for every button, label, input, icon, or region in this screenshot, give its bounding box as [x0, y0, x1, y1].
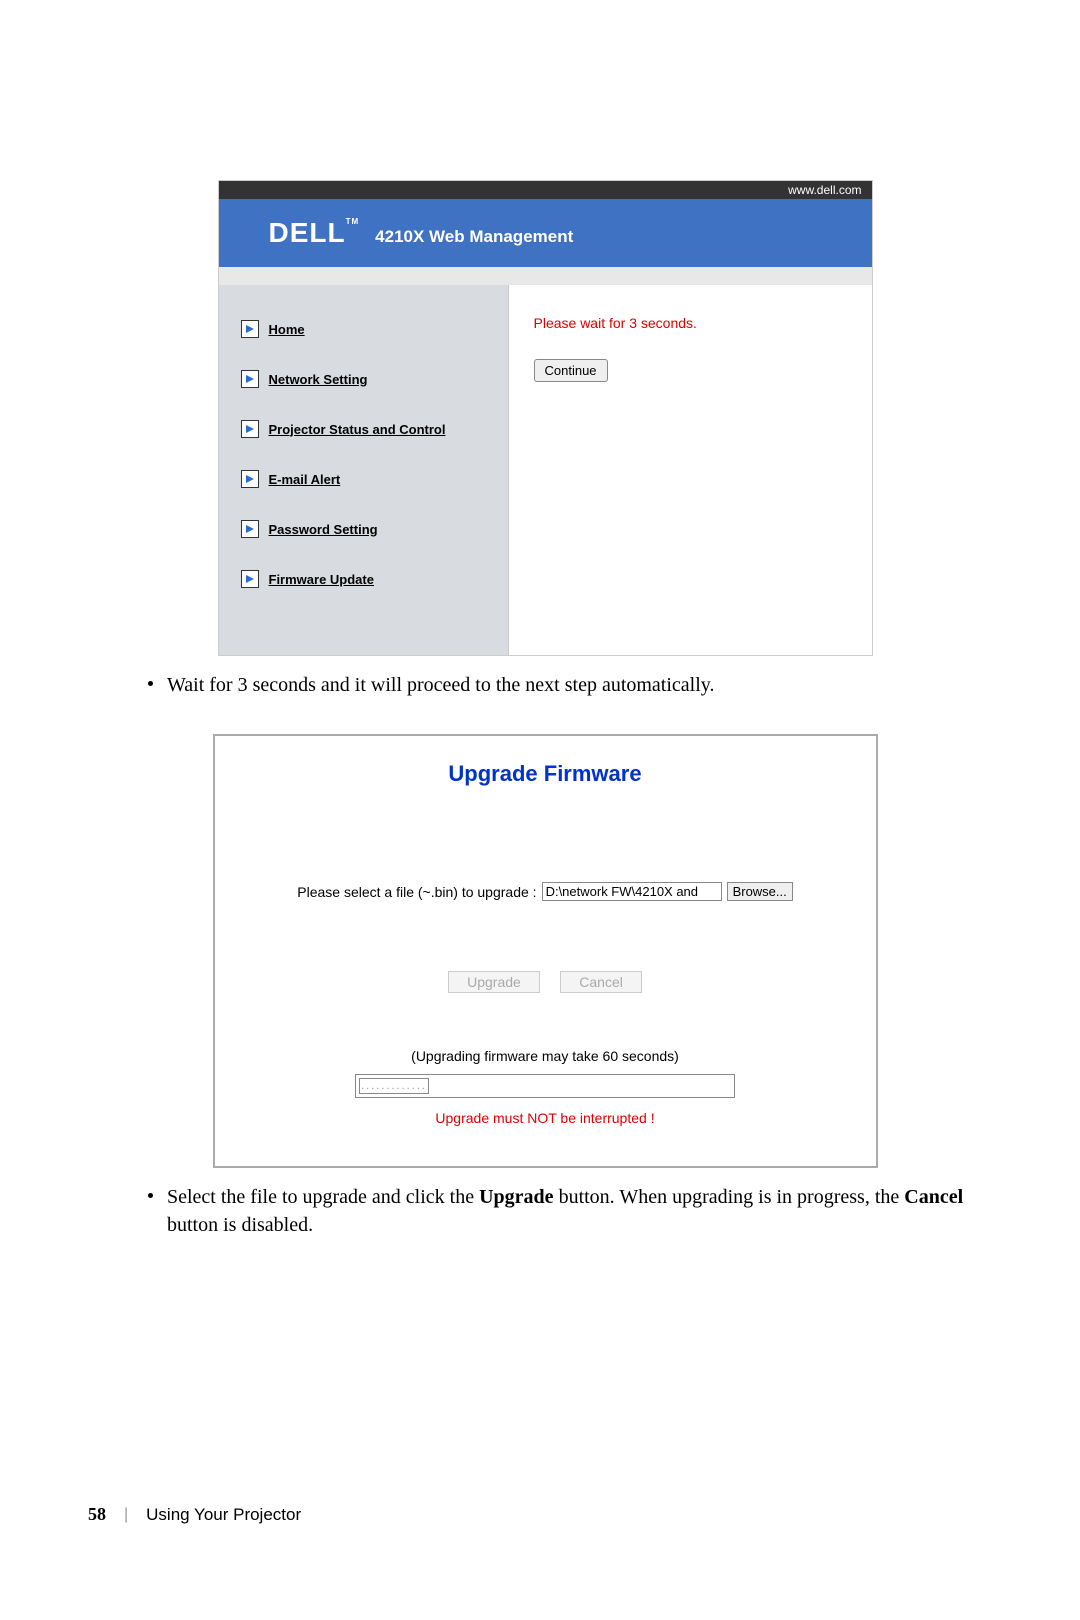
wait-message: Please wait for 3 seconds.	[534, 315, 847, 331]
upgrade-button[interactable]: Upgrade	[448, 971, 540, 993]
cancel-button[interactable]: Cancel	[560, 971, 642, 993]
upgrade-duration-note: (Upgrading firmware may take 60 seconds)	[235, 1048, 856, 1064]
bullet-text: Select the file to upgrade and click the…	[167, 1183, 968, 1239]
web-management-screenshot: www.dell.com DELLTM 4210X Web Management…	[218, 180, 873, 656]
banner: DELLTM 4210X Web Management	[219, 199, 872, 267]
file-select-label: Please select a file (~.bin) to upgrade …	[297, 884, 536, 900]
main-content: Please wait for 3 seconds. Continue	[509, 285, 872, 655]
file-select-row: Please select a file (~.bin) to upgrade …	[235, 882, 856, 901]
play-icon	[241, 420, 259, 438]
sidebar-item-projector-status[interactable]: Projector Status and Control	[241, 420, 500, 438]
continue-button[interactable]: Continue	[534, 359, 608, 382]
bullet-select-file: Select the file to upgrade and click the…	[148, 1183, 968, 1239]
sidebar-item-email-alert[interactable]: E-mail Alert	[241, 470, 500, 488]
sidebar-item-label: Password Setting	[269, 522, 378, 537]
action-buttons: Upgrade Cancel	[235, 971, 856, 993]
sidebar-item-home[interactable]: Home	[241, 320, 500, 338]
bullet-icon	[148, 1193, 153, 1198]
sidebar: Home Network Setting Projector Status an…	[219, 285, 509, 655]
sidebar-item-password-setting[interactable]: Password Setting	[241, 520, 500, 538]
banner-title: 4210X Web Management	[375, 227, 573, 247]
light-divider	[219, 267, 872, 285]
footer-separator: |	[124, 1506, 128, 1524]
sidebar-item-label: Home	[269, 322, 305, 337]
footer-section: Using Your Projector	[146, 1505, 301, 1525]
upgrade-warning: Upgrade must NOT be interrupted !	[235, 1110, 856, 1126]
top-url-bar: www.dell.com	[219, 181, 872, 199]
bullet-text: Wait for 3 seconds and it will proceed t…	[167, 671, 715, 699]
page-footer: 58 | Using Your Projector	[88, 1504, 301, 1525]
file-path-input[interactable]	[542, 882, 722, 901]
play-icon	[241, 570, 259, 588]
page-number: 58	[88, 1504, 106, 1525]
upgrade-firmware-screenshot: Upgrade Firmware Please select a file (~…	[213, 734, 878, 1168]
play-icon	[241, 470, 259, 488]
sidebar-item-label: Projector Status and Control	[269, 422, 446, 437]
sidebar-item-label: Network Setting	[269, 372, 368, 387]
bullet-icon	[148, 681, 153, 686]
sidebar-item-firmware-update[interactable]: Firmware Update	[241, 570, 500, 588]
sidebar-item-network-setting[interactable]: Network Setting	[241, 370, 500, 388]
play-icon	[241, 520, 259, 538]
progress-indicator: .............	[359, 1078, 429, 1094]
play-icon	[241, 320, 259, 338]
progress-bar: .............	[355, 1074, 735, 1098]
play-icon	[241, 370, 259, 388]
dell-logo: DELLTM	[269, 217, 360, 249]
upgrade-title: Upgrade Firmware	[235, 761, 856, 787]
browse-button[interactable]: Browse...	[727, 882, 793, 901]
sidebar-item-label: Firmware Update	[269, 572, 374, 587]
dell-url: www.dell.com	[788, 183, 861, 197]
sidebar-item-label: E-mail Alert	[269, 472, 341, 487]
bullet-wait: Wait for 3 seconds and it will proceed t…	[148, 671, 968, 699]
